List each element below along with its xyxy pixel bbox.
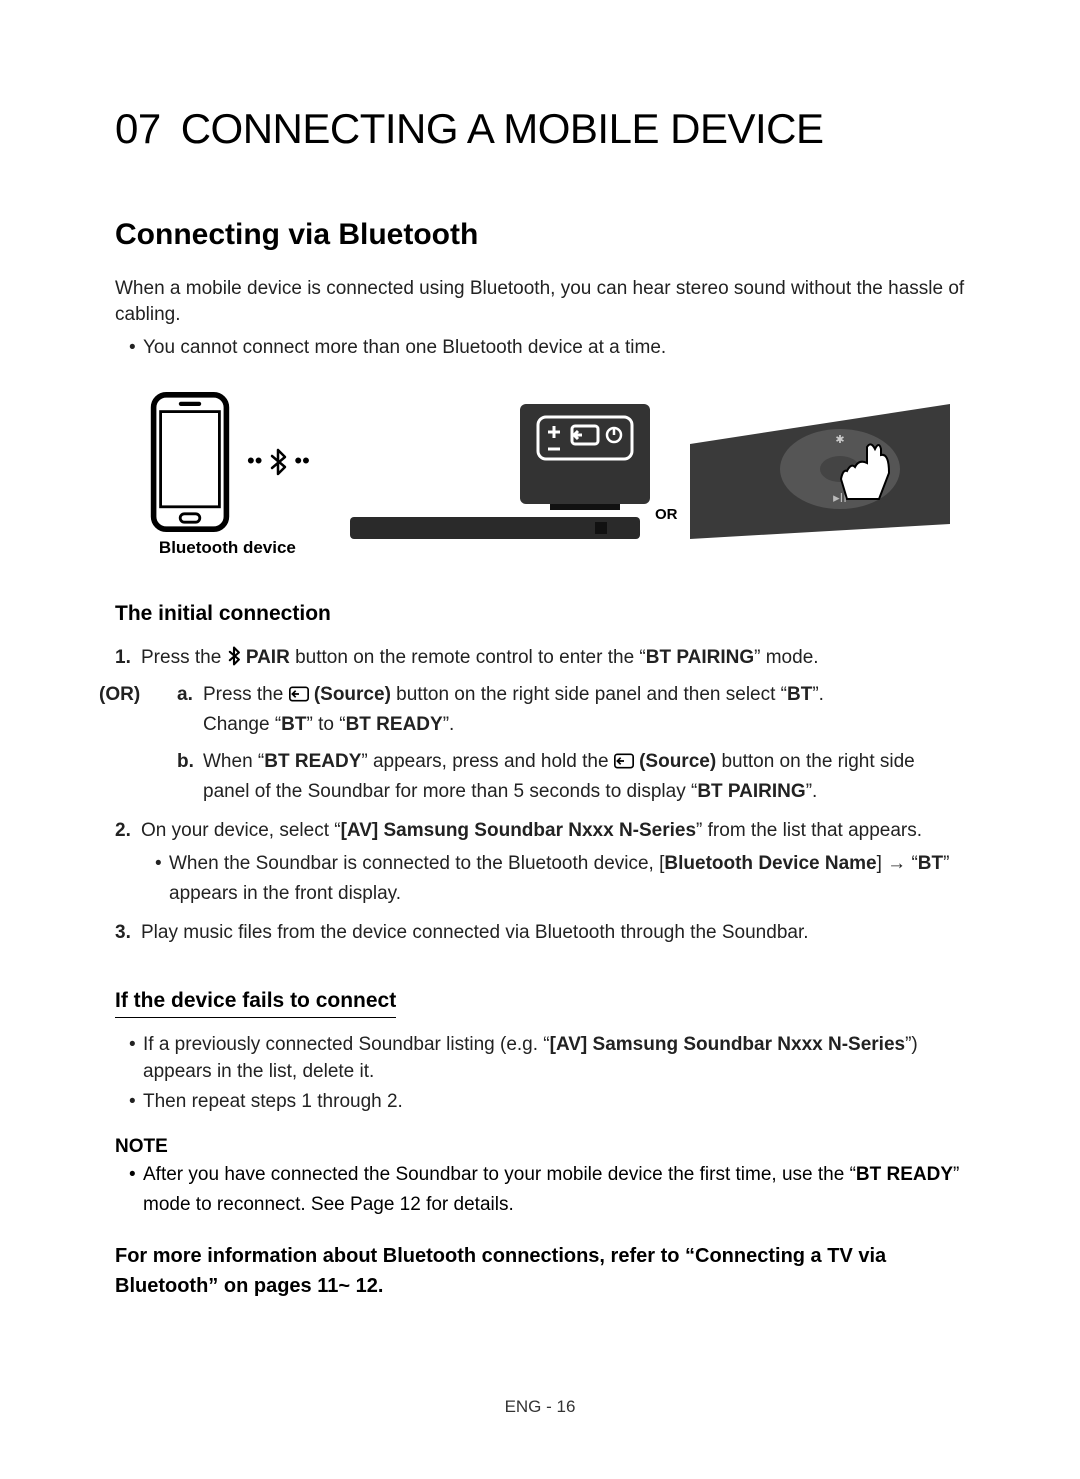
fails-bullet-1: If a previously connected Soundbar listi…	[129, 1032, 965, 1085]
chapter-number: 07	[115, 105, 161, 152]
s2-av: [AV] Samsung Soundbar Nxxx N-Series	[341, 820, 696, 841]
sa2-mid: ” to “	[307, 714, 346, 735]
fb1-prefix: If a previously connected Soundbar listi…	[143, 1034, 550, 1055]
s3-text: Play music files from the device connect…	[141, 922, 809, 943]
source-label: (Source)	[309, 684, 391, 705]
svg-text:✱: ✱	[835, 434, 844, 446]
step-1: 1. Press the PAIR button on the remote c…	[115, 643, 965, 806]
fb1-av: [AV] Samsung Soundbar Nxxx N-Series	[550, 1034, 905, 1055]
s2s-bdn: Bluetooth Device Name	[664, 853, 876, 874]
page-footer: ENG - 16	[0, 1395, 1080, 1419]
s2s-bt: BT	[918, 853, 943, 874]
substep-a: a. Press the (Source) button on the righ…	[177, 680, 965, 739]
chapter-title-text: CONNECTING A MOBILE DEVICE	[181, 105, 824, 152]
sa2-bt: BT	[281, 714, 306, 735]
substep-b: b. When “BT READY” appears, press and ho…	[177, 747, 965, 806]
sb-source: (Source)	[634, 751, 716, 772]
sa-suffix: ”.	[812, 684, 824, 705]
intro-paragraph: When a mobile device is connected using …	[115, 276, 965, 329]
initial-steps: 1. Press the PAIR button on the remote c…	[115, 643, 965, 948]
source-icon	[614, 752, 634, 770]
sa-bt: BT	[787, 684, 812, 705]
intro-bullets: You cannot connect more than one Bluetoo…	[115, 335, 965, 362]
more-info: For more information about Bluetooth con…	[115, 1241, 965, 1301]
bluetooth-anim-icon: •• ••	[247, 446, 310, 477]
s2-suffix: ” from the list that appears.	[696, 820, 922, 841]
chapter-title: 07 CONNECTING A MOBILE DEVICE	[115, 100, 965, 159]
s2s-prefix: When the Soundbar is connected to the Bl…	[169, 853, 664, 874]
bluetooth-device-caption: Bluetooth device	[145, 536, 310, 560]
step1-suffix: ” mode.	[754, 647, 818, 668]
sb-suffix: ”.	[806, 781, 818, 802]
source-icon	[289, 685, 309, 703]
soundbar-icon	[350, 517, 640, 539]
step-3: 3. Play music files from the device conn…	[115, 918, 965, 947]
substeps: a. Press the (Source) button on the righ…	[141, 680, 965, 806]
fails-bullet-2: Then repeat steps 1 through 2.	[129, 1089, 965, 1116]
or-label: (OR)	[99, 680, 140, 709]
step2-bullet: When the Soundbar is connected to the Bl…	[155, 849, 965, 908]
sb-btpairing: BT PAIRING	[697, 781, 805, 802]
step1-text: Press the	[141, 647, 227, 668]
step-2: 2. On your device, select “[AV] Samsung …	[115, 816, 965, 908]
s2-prefix: On your device, select “	[141, 820, 341, 841]
step1-mid: button on the remote control to enter th…	[290, 647, 646, 668]
sa2-btready: BT READY	[346, 714, 443, 735]
touch-remote-icon: ✱ ▸▸ ▸II	[690, 404, 950, 539]
smartphone-icon	[145, 392, 235, 532]
note-btready: BT READY	[856, 1164, 953, 1185]
intro-bullet-item: You cannot connect more than one Bluetoo…	[129, 335, 965, 362]
fails-bullets: If a previously connected Soundbar listi…	[115, 1032, 965, 1116]
sb-btready: BT READY	[264, 751, 361, 772]
sb-prefix: When “	[203, 751, 264, 772]
step2-bullets: When the Soundbar is connected to the Bl…	[141, 849, 965, 908]
sa2-prefix: Change “	[203, 714, 281, 735]
tv-rear-icon	[520, 404, 650, 510]
bluetooth-icon	[268, 448, 288, 476]
pair-label: PAIR	[241, 647, 290, 668]
s2s-mid: ] → “	[877, 853, 918, 874]
note-list: After you have connected the Soundbar to…	[115, 1160, 965, 1219]
figure-soundbar-block: OR ✱ ▸▸ ▸II	[350, 399, 965, 551]
note-label: NOTE	[115, 1134, 965, 1161]
initial-connection-heading: The initial connection	[115, 599, 965, 628]
btpairing-label: BT PAIRING	[646, 647, 754, 668]
sb-mid1: ” appears, press and hold the	[361, 751, 613, 772]
figure-row: •• •• Bluetooth device	[145, 392, 965, 560]
note-item: After you have connected the Soundbar to…	[129, 1160, 965, 1219]
note-prefix: After you have connected the Soundbar to…	[143, 1164, 856, 1185]
figure-phone-block: •• •• Bluetooth device	[145, 392, 310, 560]
figure-or-label: OR	[655, 506, 678, 523]
sa-prefix: Press the	[203, 684, 289, 705]
fails-heading: If the device fails to connect	[115, 986, 396, 1018]
bluetooth-icon	[227, 646, 241, 666]
sa2-suffix: ”.	[443, 714, 455, 735]
sa-mid: button on the right side panel and then …	[391, 684, 787, 705]
section-heading: Connecting via Bluetooth	[115, 214, 965, 256]
